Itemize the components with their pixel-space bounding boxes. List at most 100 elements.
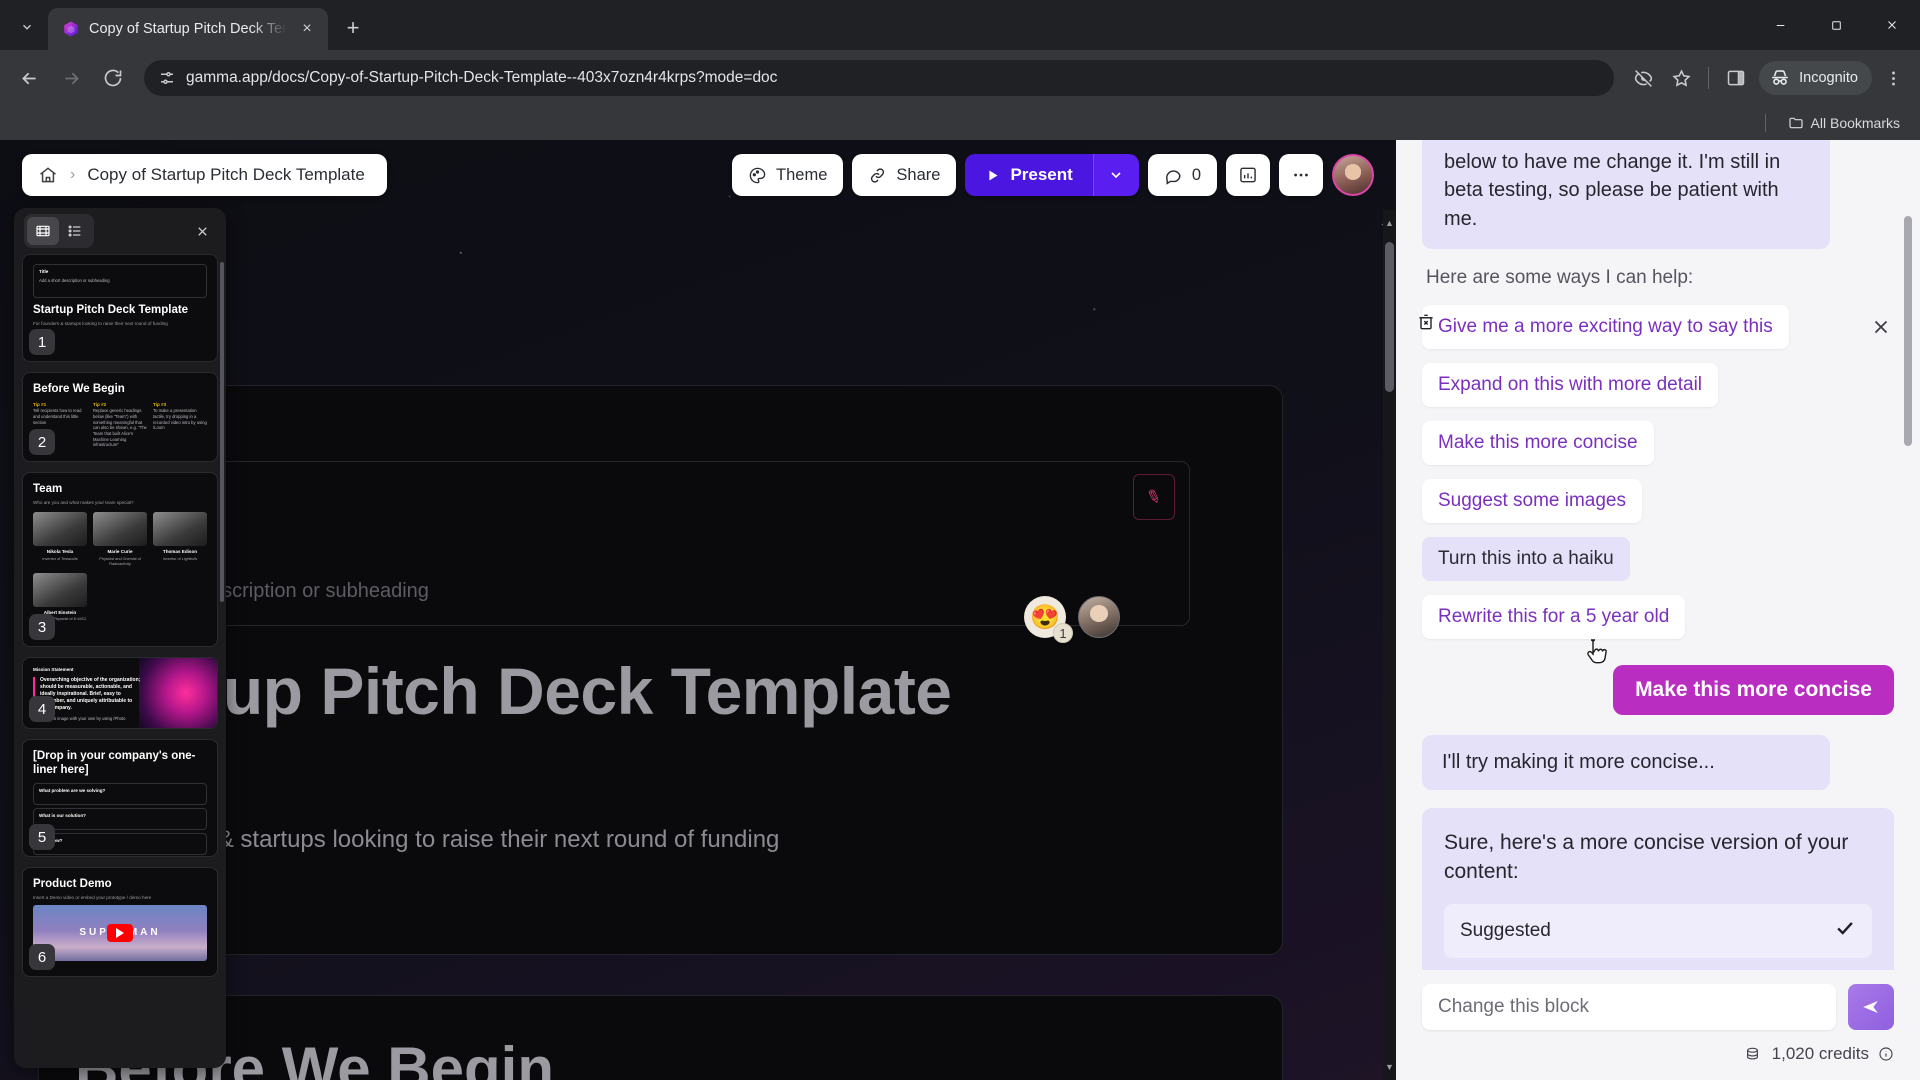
slides-list[interactable]: Title Add a short description or subhead…	[14, 254, 226, 1068]
address-bar[interactable]: gamma.app/docs/Copy-of-Startup-Pitch-Dec…	[144, 60, 1615, 96]
suggestion-chip-images[interactable]: Suggest some images	[1422, 479, 1642, 524]
slide1-title: Startup Pitch Deck Template	[33, 304, 189, 316]
emoji-reaction[interactable]: 😍 1	[1024, 596, 1073, 643]
canvas-scroll-thumb[interactable]	[1385, 242, 1394, 392]
team-member-empty	[153, 573, 207, 623]
maximize-button[interactable]	[1808, 0, 1864, 50]
member-role: Inventor of Lightbulb	[162, 556, 198, 561]
slides-scrollbar-thumb[interactable]	[220, 262, 224, 602]
tracking-protection-button[interactable]	[1626, 61, 1660, 95]
scroll-up-arrow[interactable]: ▲	[1385, 216, 1394, 230]
present-button[interactable]: Present	[965, 154, 1093, 196]
comments-button[interactable]: 0	[1147, 154, 1217, 196]
chevron-down-icon	[23, 24, 31, 30]
ai-scroll-thumb[interactable]	[1904, 216, 1912, 446]
ai-prompt-input[interactable]	[1422, 984, 1836, 1030]
browser-menu-button[interactable]	[1876, 61, 1910, 95]
member-role: Inventor of Teslacoils	[42, 556, 78, 561]
youtube-play-icon[interactable]	[107, 923, 133, 942]
analytics-button[interactable]	[1226, 154, 1270, 196]
canvas-scrollbar[interactable]: ▲ ▼	[1383, 210, 1396, 1080]
slide1-placeholder-label: Title	[39, 269, 49, 274]
browser-tab[interactable]: Copy of Startup Pitch Deck Tem ×	[48, 8, 328, 50]
suggestion-chip-five-year-old[interactable]: Rewrite this for a 5 year old	[1422, 595, 1686, 640]
slide-thumbnail-2[interactable]: Before We Begin Tip #1 Tell recipients h…	[22, 372, 218, 462]
trash-icon[interactable]	[1416, 312, 1438, 334]
slide-number: 3	[29, 614, 55, 640]
tab-search-button[interactable]	[10, 10, 44, 44]
team-member-empty	[93, 573, 147, 623]
minimize-button[interactable]	[1752, 0, 1808, 50]
tip3-body: To make a presentation tactile, try drop…	[153, 408, 207, 431]
link-icon	[871, 167, 885, 183]
breadcrumb[interactable]: › Copy of Startup Pitch Deck Template	[22, 154, 387, 196]
scroll-down-arrow[interactable]: ▼	[1385, 1060, 1394, 1074]
incognito-indicator[interactable]: Incognito	[1759, 61, 1872, 95]
share-button[interactable]: Share	[852, 154, 957, 196]
suggestion-chip-exciting[interactable]: Give me a more exciting way to say this	[1422, 305, 1789, 350]
slide-thumbnail-6[interactable]: Product Demo Insert a Demo video or embe…	[22, 867, 218, 977]
browser-window: Copy of Startup Pitch Deck Tem × + gamma…	[0, 0, 1920, 1080]
variant-option-original[interactable]: Original	[1444, 964, 1872, 970]
credits-label: 1,020 credits	[1771, 1044, 1869, 1063]
close-ai-panel-button[interactable]	[1866, 312, 1896, 342]
bookmarks-divider	[1764, 114, 1766, 132]
window-close-button[interactable]	[1864, 0, 1920, 50]
ai-message-list[interactable]: below to have me change it. I'm still in…	[1396, 140, 1920, 970]
home-icon[interactable]	[38, 165, 58, 185]
suggestion-chip-concise[interactable]: Make this more concise	[1422, 421, 1654, 466]
side-panel-icon	[1727, 70, 1745, 86]
slide4-title: Mission Statement	[33, 667, 74, 672]
item2-label: What is our solution?	[39, 813, 86, 819]
present-dropdown-button[interactable]	[1092, 154, 1139, 196]
user-avatar[interactable]	[1332, 154, 1374, 196]
theme-label: Theme	[776, 165, 828, 184]
toolbar-divider	[1708, 67, 1710, 89]
present-label: Present	[1010, 165, 1073, 184]
team-row-1: Nikola Tesla Inventor of Teslacoils Mari…	[33, 511, 207, 567]
slide1-title-block: Title Add a short description or subhead…	[33, 264, 207, 298]
info-icon[interactable]	[1878, 1046, 1894, 1062]
suggestion-chip-haiku[interactable]: Turn this into a haiku	[1422, 537, 1630, 582]
send-button[interactable]	[1848, 984, 1894, 1030]
collaborator-avatar[interactable]	[1078, 596, 1120, 638]
slide2-title: Before We Begin	[33, 383, 125, 395]
back-button[interactable]	[10, 59, 48, 97]
item1-label: What problem are we solving?	[39, 788, 106, 794]
slide2-tips: Tip #1 Tell recipients how to read and u…	[33, 402, 207, 448]
theme-button[interactable]: Theme	[732, 154, 844, 196]
url-text: gamma.app/docs/Copy-of-Startup-Pitch-Dec…	[186, 69, 778, 86]
reactions-group: 😍 1	[1024, 596, 1120, 643]
list-view-button[interactable]	[59, 217, 91, 245]
more-options-button[interactable]	[1279, 154, 1323, 196]
gamma-toolbar: Theme Share Present 0	[732, 154, 1374, 196]
ai-scrollbar-track[interactable]	[1904, 156, 1916, 954]
slide-thumbnail-4[interactable]: Mission Statement Overarching objective …	[22, 657, 218, 729]
tab-close-button[interactable]: ×	[296, 18, 318, 40]
eye-off-icon	[1634, 69, 1652, 87]
reaction-count: 1	[1053, 623, 1073, 643]
slide-thumbnail-3[interactable]: Team Who are you and what makes your tea…	[22, 472, 218, 647]
new-tab-button[interactable]: +	[336, 11, 370, 45]
slide-thumbnail-5[interactable]: [Drop in your company's one-liner here] …	[22, 739, 218, 857]
reload-button[interactable]	[94, 59, 132, 97]
variant-option-suggested[interactable]: Suggested	[1444, 904, 1872, 959]
slide6-video-embed[interactable]: SUPERMAN	[33, 904, 207, 961]
all-bookmarks-label: All Bookmarks	[1810, 115, 1900, 131]
edit-badge[interactable]: ✎	[1133, 474, 1175, 520]
list-view-icon	[68, 225, 81, 237]
close-slides-panel-button[interactable]	[188, 217, 216, 245]
slide-thumbnail-1[interactable]: Title Add a short description or subhead…	[22, 254, 218, 362]
side-panel-button[interactable]	[1719, 61, 1753, 95]
forward-button[interactable]	[52, 59, 90, 97]
all-bookmarks-button[interactable]: All Bookmarks	[1780, 111, 1908, 135]
item3-label: Why Now?	[39, 838, 63, 844]
grid-view-button[interactable]	[27, 217, 59, 245]
site-settings-icon[interactable]	[158, 69, 176, 87]
title-input-block[interactable]: Title Add a short description or subhead…	[75, 461, 1190, 626]
bookmark-button[interactable]	[1664, 61, 1698, 95]
close-icon	[1874, 320, 1888, 334]
page-title[interactable]: Copy of Startup Pitch Deck Template	[87, 165, 365, 185]
suggestion-chip-expand[interactable]: Expand on this with more detail	[1422, 363, 1719, 408]
palette-icon	[749, 167, 766, 183]
